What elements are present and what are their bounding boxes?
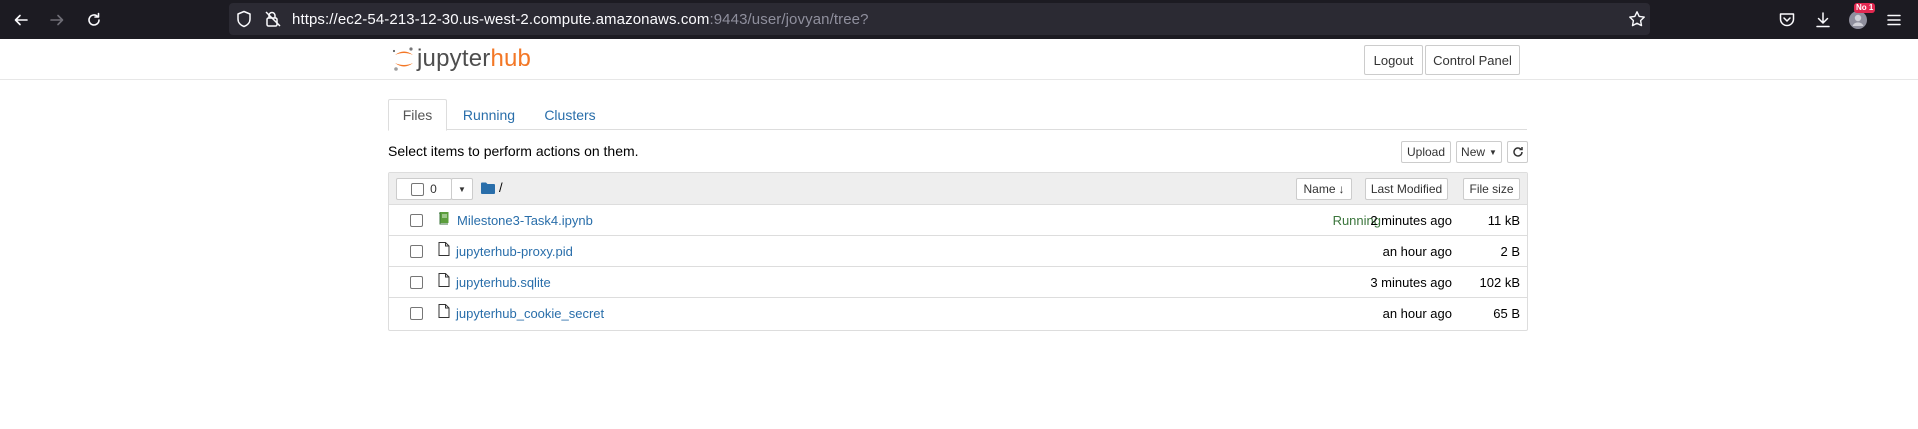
refresh-icon [1512,147,1523,157]
refresh-list-button[interactable] [1507,141,1528,163]
lock-warning-icon[interactable] [264,10,282,33]
new-label: New [1461,145,1486,159]
file-list: 0 ▼ / Name ↓ Last Modified File size Mil… [388,172,1528,331]
selected-count: 0 [430,182,437,196]
jupyter-logo-icon [392,47,413,71]
tab-running[interactable]: Running [450,99,528,130]
file-size: 102 kB [1479,275,1520,290]
caret-down-icon: ▼ [1489,147,1497,157]
tab-clusters[interactable]: Clusters [532,99,608,130]
last-modified: an hour ago [1382,306,1452,321]
selection-instruction: Select items to perform actions on them. [388,143,639,159]
logo-jupyter-text: jupyter [417,45,491,72]
row-checkbox[interactable] [410,245,423,258]
select-all-control[interactable]: 0 [396,178,452,200]
arrow-down-icon: ↓ [1338,182,1345,196]
file-icon [438,273,450,292]
name-sort-label: Name [1303,182,1336,196]
forward-arrow-icon[interactable] [44,7,70,33]
url-text[interactable]: https://ec2-54-213-12-30.us-west-2.compu… [292,11,869,28]
caret-down-icon: ▼ [458,184,466,194]
reload-icon[interactable] [81,7,107,33]
file-icon [438,242,450,261]
sort-by-file-size-button[interactable]: File size [1463,178,1520,200]
file-list-header: 0 ▼ / Name ↓ Last Modified File size [389,173,1527,205]
file-name-link[interactable]: jupyterhub.sqlite [456,275,551,290]
select-all-checkbox[interactable] [411,182,425,196]
control-panel-button[interactable]: Control Panel [1425,45,1520,75]
current-path[interactable]: / [499,180,503,195]
new-dropdown-button[interactable]: New ▼ [1456,141,1502,163]
sort-by-name-button[interactable]: Name ↓ [1296,178,1352,200]
bookmark-star-icon[interactable] [1628,10,1646,33]
notebook-icon [438,211,450,230]
file-name-link[interactable]: jupyterhub_cookie_secret [456,306,604,321]
last-modified: 3 minutes ago [1370,275,1452,290]
url-bar[interactable]: https://ec2-54-213-12-30.us-west-2.compu… [229,3,1650,35]
tab-files[interactable]: Files [388,99,447,131]
row-checkbox[interactable] [410,276,423,289]
list-item[interactable]: jupyterhub.sqlite 3 minutes ago 102 kB [389,267,1527,298]
tab-bar: Files Running Clusters [388,99,1527,131]
sort-by-last-modified-button[interactable]: Last Modified [1365,178,1448,200]
file-size: 65 B [1493,306,1520,321]
logout-button[interactable]: Logout [1364,45,1423,75]
last-modified: an hour ago [1382,244,1452,259]
download-icon[interactable] [1810,7,1836,33]
list-item[interactable]: jupyterhub-proxy.pid an hour ago 2 B [389,236,1527,267]
list-item[interactable]: Milestone3-Task4.ipynb Running 2 minutes… [389,205,1527,236]
folder-icon[interactable] [481,181,495,199]
file-name-link[interactable]: jupyterhub-proxy.pid [456,244,573,259]
row-checkbox[interactable] [410,307,423,320]
upload-button[interactable]: Upload [1401,141,1451,163]
logo-hub-text: hub [490,45,532,72]
file-size: 2 B [1500,244,1520,259]
jupyterhub-logo[interactable]: jupyterhub [391,44,531,74]
list-item[interactable]: jupyterhub_cookie_secret an hour ago 65 … [389,298,1527,329]
pocket-icon[interactable] [1774,7,1800,33]
jupyterhub-header: jupyterhub Logout Control Panel [0,39,1918,80]
select-dropdown-button[interactable]: ▼ [451,178,473,200]
row-checkbox[interactable] [410,214,423,227]
last-modified: 2 minutes ago [1370,213,1452,228]
file-name-link[interactable]: Milestone3-Task4.ipynb [457,213,593,228]
tracking-shield-icon[interactable] [236,10,252,33]
back-arrow-icon[interactable] [8,7,34,33]
file-size: 11 kB [1487,213,1520,228]
notification-badge: No 1 [1854,3,1876,13]
browser-toolbar: https://ec2-54-213-12-30.us-west-2.compu… [0,0,1918,39]
hamburger-menu-icon[interactable] [1881,7,1907,33]
file-icon [438,304,450,323]
